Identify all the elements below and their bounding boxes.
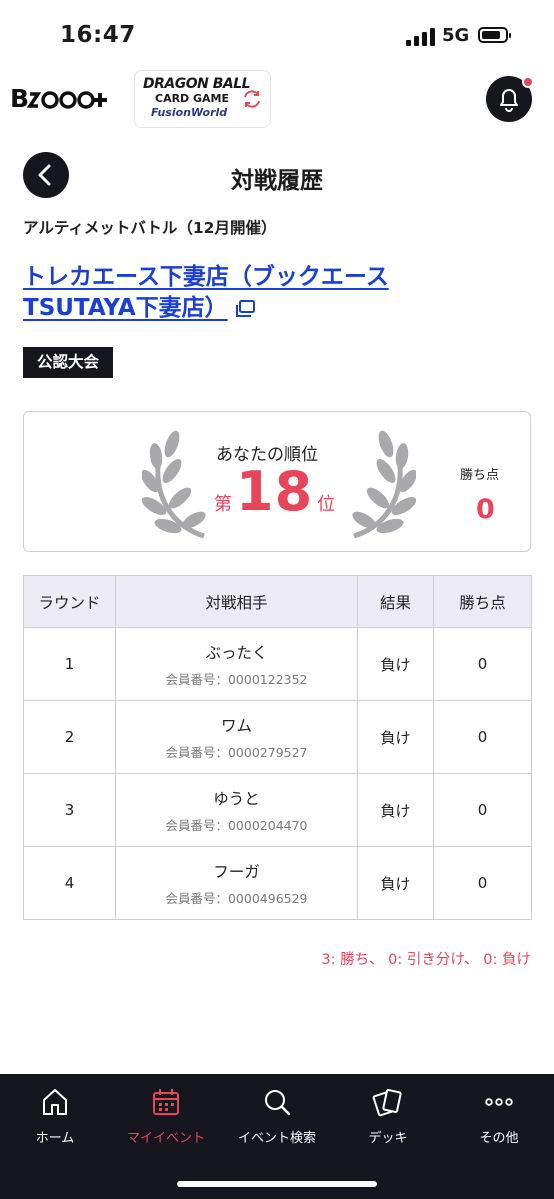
page-title: 対戦履歴 bbox=[231, 168, 323, 194]
opponent-name: ぶったく bbox=[205, 643, 268, 662]
result-cell: 負け bbox=[357, 627, 434, 701]
tab-home[interactable]: ホーム bbox=[0, 1086, 110, 1156]
round-cell: 3 bbox=[23, 773, 116, 847]
header-result: 結果 bbox=[357, 575, 434, 628]
external-link-icon[interactable] bbox=[234, 299, 256, 319]
svg-text:B: B bbox=[10, 84, 28, 112]
venue-link-text[interactable]: トレカエース下妻店（ブックエースTSUTAYA下妻店） bbox=[23, 264, 389, 321]
tab-more[interactable]: その他 bbox=[444, 1086, 554, 1156]
round-cell: 1 bbox=[23, 627, 116, 701]
opponent-cell: ぶったく 会員番号：0000122352 bbox=[115, 627, 358, 701]
tab-event-search[interactable]: イベント検索 bbox=[222, 1086, 332, 1156]
tab-my-events[interactable]: マイイベント bbox=[111, 1086, 221, 1156]
results-table: ラウンド 対戦相手 結果 勝ち点 1 ぶったく 会員番号：0000122352 … bbox=[23, 575, 532, 920]
points-cell: 0 bbox=[433, 773, 532, 847]
cards-icon bbox=[372, 1089, 402, 1117]
opponent-name: ワム bbox=[220, 716, 252, 735]
opponent-member-id: 会員番号：0000122352 bbox=[165, 671, 308, 687]
opponent-member-id: 会員番号：0000496529 bbox=[165, 890, 308, 906]
battery-icon bbox=[478, 27, 511, 43]
result-cell: 負け bbox=[357, 773, 434, 847]
home-indicator bbox=[177, 1181, 377, 1187]
event-type-badge: 公認大会 bbox=[23, 347, 114, 378]
header-points: 勝ち点 bbox=[433, 575, 532, 628]
home-icon bbox=[43, 1089, 67, 1115]
tab-deck-label: デッキ bbox=[368, 1131, 408, 1146]
table-row: 4 フーガ 会員番号：0000496529 負け 0 bbox=[23, 846, 532, 920]
rank-number: 18 bbox=[236, 460, 314, 523]
opponent-cell: ワム 会員番号：0000279527 bbox=[115, 700, 358, 774]
tab-deck[interactable]: デッキ bbox=[333, 1086, 443, 1156]
more-icon bbox=[485, 1098, 513, 1106]
rank-card: あなたの順位 第18 位 勝ち点 0 bbox=[23, 411, 531, 552]
game-logo-series: FusionWorld bbox=[151, 106, 228, 119]
laurel-right-icon bbox=[352, 430, 416, 539]
signal-icon bbox=[406, 28, 436, 46]
notification-button[interactable] bbox=[486, 76, 534, 122]
notification-dot bbox=[522, 76, 534, 88]
tab-more-label: その他 bbox=[479, 1131, 519, 1146]
status-time: 16:47 bbox=[60, 22, 136, 48]
round-cell: 4 bbox=[23, 846, 116, 920]
event-name: アルティメットバトル（12月開催） bbox=[23, 219, 277, 237]
calendar-icon bbox=[153, 1089, 179, 1115]
opponent-member-id: 会員番号：0000204470 bbox=[165, 817, 308, 833]
header-opponent: 対戦相手 bbox=[115, 575, 358, 628]
brand-logo[interactable]: B bbox=[10, 84, 112, 118]
tab-event-search-label: イベント検索 bbox=[237, 1131, 316, 1146]
points-cell: 0 bbox=[433, 846, 532, 920]
title-row: 対戦履歴 bbox=[0, 150, 554, 200]
header-round: ラウンド bbox=[23, 575, 116, 628]
result-cell: 負け bbox=[357, 846, 434, 920]
opponent-cell: フーガ 会員番号：0000496529 bbox=[115, 846, 358, 920]
result-cell: 負け bbox=[357, 700, 434, 774]
game-logo-subtitle: CARD GAME bbox=[155, 92, 230, 105]
search-icon bbox=[265, 1090, 291, 1116]
status-bar: 16:47 5G bbox=[0, 0, 554, 70]
game-logo[interactable]: DRAGON BALL CARD GAME FusionWorld bbox=[134, 70, 271, 128]
table-header-row: ラウンド 対戦相手 結果 勝ち点 bbox=[23, 575, 532, 628]
rank-prefix: 第 bbox=[214, 494, 232, 515]
game-logo-title: DRAGON BALL bbox=[143, 76, 251, 92]
rank-value: 第18 位 bbox=[214, 460, 335, 530]
opponent-cell: ゆうと 会員番号：0000204470 bbox=[115, 773, 358, 847]
venue-link[interactable]: トレカエース下妻店（ブックエースTSUTAYA下妻店） bbox=[23, 262, 443, 324]
swap-icon[interactable] bbox=[240, 87, 264, 111]
table-row: 1 ぶったく 会員番号：0000122352 負け 0 bbox=[23, 627, 532, 701]
points-cell: 0 bbox=[433, 627, 532, 701]
opponent-name: フーガ bbox=[213, 862, 260, 881]
rank-suffix: 位 bbox=[317, 494, 336, 515]
app-header: B DRAGON BALL CARD GAME FusionWorld bbox=[0, 70, 554, 130]
table-row: 3 ゆうと 会員番号：0000204470 負け 0 bbox=[23, 773, 532, 847]
round-cell: 2 bbox=[23, 700, 116, 774]
points-value: 0 bbox=[476, 494, 495, 525]
opponent-member-id: 会員番号：0000279527 bbox=[165, 744, 308, 760]
tab-my-events-label: マイイベント bbox=[126, 1131, 205, 1146]
table-row: 2 ワム 会員番号：0000279527 負け 0 bbox=[23, 700, 532, 774]
network-label: 5G bbox=[442, 25, 470, 46]
laurel-left-icon bbox=[142, 430, 206, 539]
tab-home-label: ホーム bbox=[35, 1131, 75, 1146]
points-cell: 0 bbox=[433, 700, 532, 774]
points-label: 勝ち点 bbox=[460, 468, 500, 483]
opponent-name: ゆうと bbox=[213, 789, 260, 808]
points-legend: 3: 勝ち、 0: 引き分け、 0: 負け bbox=[321, 952, 531, 968]
